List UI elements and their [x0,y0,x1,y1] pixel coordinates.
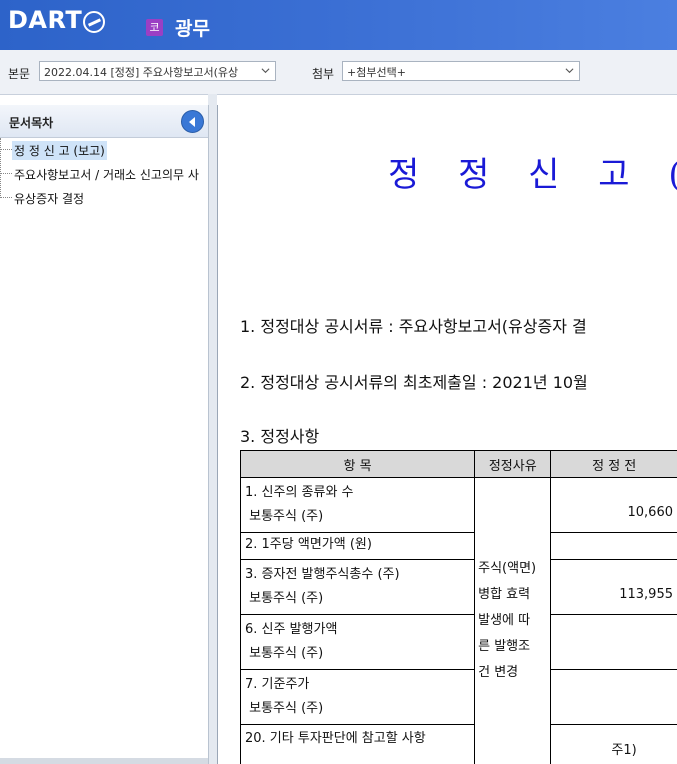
item-line: 1. 신주의 종류와 수 [245,485,354,500]
reason-line: 병합 효력 [478,586,531,602]
doc-line-date: 2. 정정대상 공시서류의 최초제출일 : 2021년 10월 [240,373,588,392]
reason-line: 건 변경 [478,664,519,680]
toc-panel: 문서목차 정 정 신 고 (보고) 주요사항보고서 / 거래소 신고의무 사 유… [0,105,209,764]
main-doc-select-value: 2022.04.14 [정정] 주요사항보고서(유상 [44,66,239,79]
item-line: 3. 증자전 발행주식총수 (주) [245,567,400,582]
before-cell: 113,955 [550,559,677,615]
table-row: 3. 증자전 발행주식총수 (주) 보통주식 (주) 113,955 [239,559,677,615]
company-title: 코 광무 [146,14,210,41]
before-cell [550,614,677,670]
company-name: 광무 [175,18,210,40]
item-line: 보통주식 (주) [245,646,324,661]
chevron-down-icon [261,68,270,74]
item-cell: 2. 1주당 액면가액 (원) [239,532,476,560]
reason-line: 주식(액면) [478,560,537,576]
before-value: 주1) [611,743,637,758]
logo-text: DART [8,6,83,34]
main-doc-select[interactable]: 2022.04.14 [정정] 주요사항보고서(유상 [39,61,276,81]
reason-cell: 주식(액면) 병합 효력 발생에 따 른 발행조 건 변경 [474,477,552,764]
item-cell: 6. 신주 발행가액 보통주식 (주) [239,614,476,670]
market-badge: 코 [146,19,163,36]
toc-item-label: 주요사항보고서 / 거래소 신고의무 사 [14,168,199,182]
doc-line-target: 1. 정정대상 공시서류 : 주요사항보고서(유상증자 결 [240,317,587,336]
document-viewer: 정 정 신 고 (보고 1. 정정대상 공시서류 : 주요사항보고서(유상증자 … [217,105,677,764]
item-line: 7. 기준주가 [245,677,310,692]
table-row: 2. 1주당 액면가액 (원) [239,532,677,560]
toc-item-label: 유상증자 결정 [14,192,85,206]
item-cell: 1. 신주의 종류와 수 보통주식 (주) [239,477,476,533]
table-header-row: 항 목 정정사유 정 정 전 [239,450,677,478]
table-row: 20. 기타 투자판단에 참고할 사항 주1) [239,724,677,764]
attach-select-value: +첨부선택+ [347,66,406,79]
attach-label: 첨부 [312,67,335,81]
attach-select[interactable]: +첨부선택+ [342,61,580,81]
toc-title: 문서목차 [9,116,54,130]
before-value: 113,955 [619,586,673,602]
col-header-reason: 정정사유 [474,450,552,478]
horizontal-scrollbar[interactable] [0,758,208,764]
app-header: DART 코 광무 [0,0,677,50]
doc-line-items: 3. 정정사항 [240,427,320,446]
logo-globe-icon [83,11,106,33]
item-cell: 3. 증자전 발행주식총수 (주) 보통주식 (주) [239,559,476,615]
reason-line: 른 발행조 [478,638,531,654]
collapse-panel-icon[interactable] [181,110,204,133]
tree-line [0,138,1,198]
toolbar: 본문 2022.04.14 [정정] 주요사항보고서(유상 첨부 +첨부선택+ [0,50,677,95]
dart-logo[interactable]: DART [8,6,106,34]
item-cell: 7. 기준주가 보통주식 (주) [239,669,476,725]
col-header-item: 항 목 [239,450,476,478]
toc-header: 문서목차 [0,105,208,138]
tree-connector [0,197,12,198]
amendment-table: 항 목 정정사유 정 정 전 1. 신주의 종류와 수 보통주식 (주) 주식(… [239,450,677,764]
item-line: 보통주식 (주) [245,591,324,606]
before-cell: 10,660 [550,477,677,533]
item-line: 20. 기타 투자판단에 참고할 사항 [245,731,426,746]
main-doc-label: 본문 [8,67,31,81]
chevron-down-icon [565,68,574,74]
table-row: 1. 신주의 종류와 수 보통주식 (주) 주식(액면) 병합 효력 발생에 따… [239,477,677,764]
before-cell [550,669,677,725]
tree-connector [0,149,12,150]
tree-connector [0,173,12,174]
item-line: 보통주식 (주) [245,509,324,524]
reason-line: 발생에 따 [478,612,531,628]
col-header-before: 정 정 전 [550,450,677,478]
item-line: 6. 신주 발행가액 [245,622,338,637]
before-cell [550,532,677,560]
table-row: 7. 기준주가 보통주식 (주) [239,669,677,725]
item-line: 2. 1주당 액면가액 (원) [245,537,372,552]
before-cell: 주1) [550,724,677,764]
document-title: 정 정 신 고 (보고 [388,155,677,195]
item-cell: 20. 기타 투자판단에 참고할 사항 [239,724,476,764]
before-value: 10,660 [627,504,674,520]
toc-item-label: 정 정 신 고 (보고) [12,141,107,160]
splitter[interactable] [208,94,217,764]
table-row: 6. 신주 발행가액 보통주식 (주) [239,614,677,670]
item-line: 보통주식 (주) [245,701,324,716]
